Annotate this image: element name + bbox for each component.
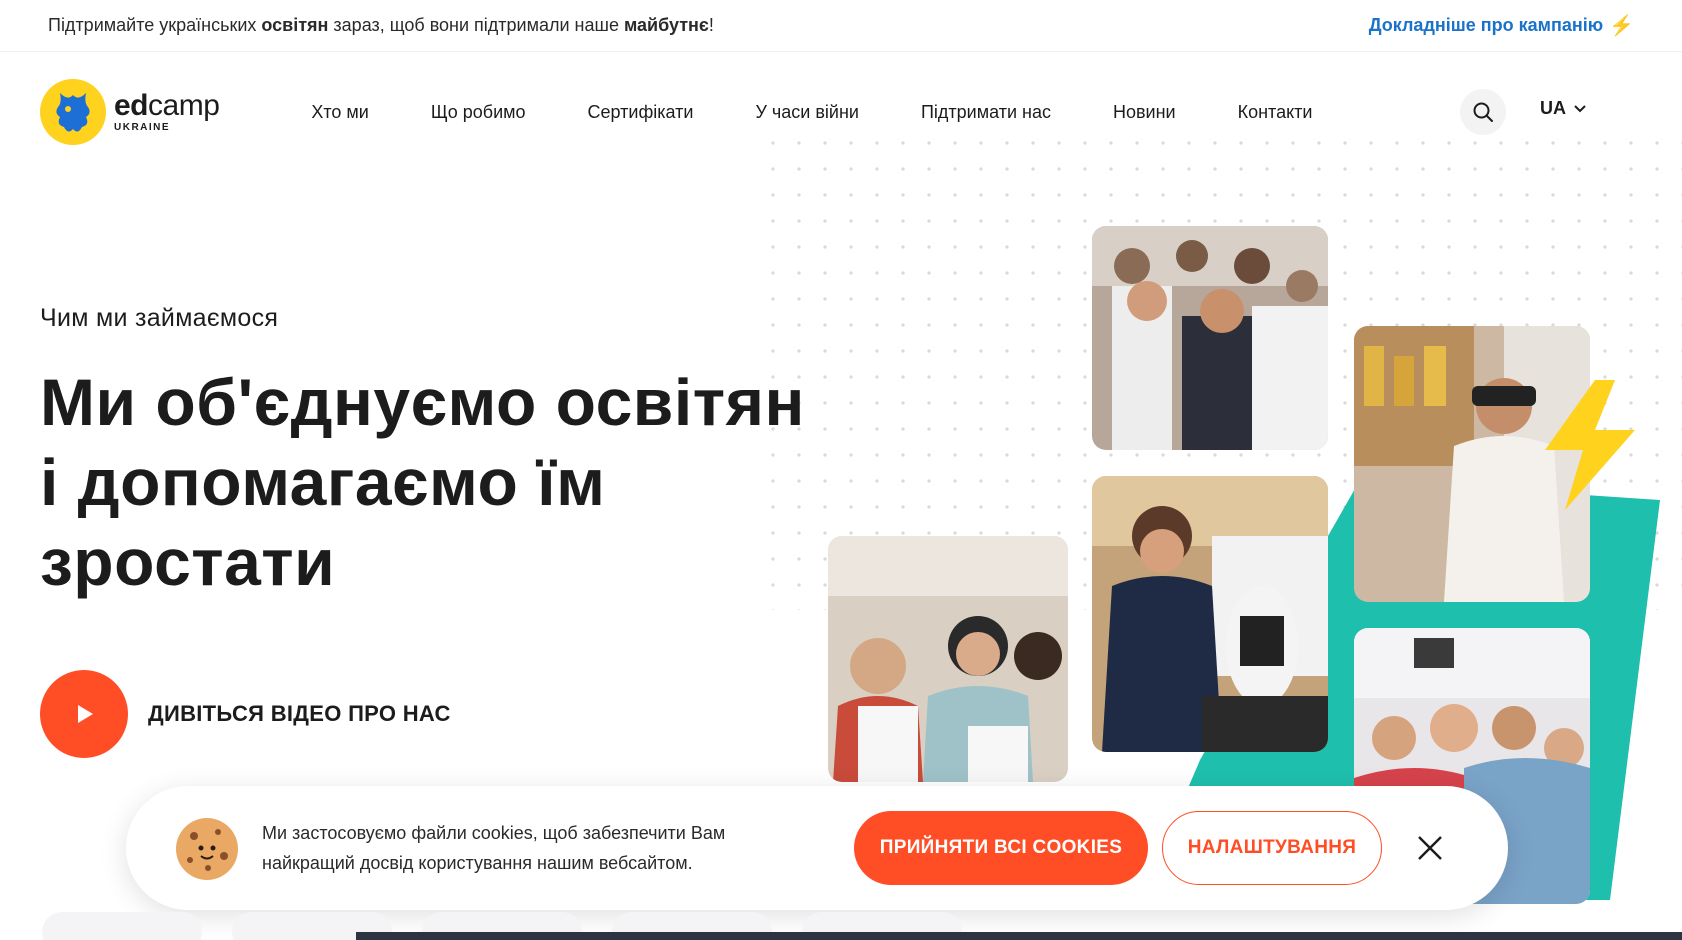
page: Підтримайте українських освітян зараз, щ… — [0, 0, 1682, 940]
nav-item-support[interactable]: Підтримати нас — [921, 102, 1051, 123]
hero-title-line: Ми об'єднуємо освітян — [40, 365, 805, 439]
announcement-text-part: ! — [708, 15, 714, 35]
hero-eyebrow: Чим ми займаємося — [40, 304, 279, 332]
search-button[interactable] — [1460, 89, 1506, 135]
announcement-text-bold: освітян — [261, 15, 329, 35]
site-header: edcamp UKRAINE Хто ми Що робимо Сертифік… — [40, 78, 1640, 146]
lightning-icon: ⚡ — [1609, 15, 1634, 37]
campaign-link-label: Докладніше про кампанію — [1368, 15, 1604, 35]
logo-emblem-icon — [40, 79, 106, 145]
cookie-settings-button[interactable]: НАЛАШТУВАННЯ — [1162, 811, 1382, 885]
search-icon — [1473, 102, 1493, 122]
nav-item-wartime[interactable]: У часи війни — [755, 102, 859, 123]
cookie-icon — [176, 818, 238, 880]
edcamp-logo[interactable]: edcamp UKRAINE — [40, 79, 220, 145]
campaign-link[interactable]: Докладніше про кампанію ⚡ — [1369, 13, 1634, 38]
play-icon — [40, 670, 128, 758]
photo-penguin-mascot — [1092, 476, 1328, 752]
partner-pill[interactable] — [42, 912, 202, 940]
hero-title-line: і допомагаємо їм — [40, 445, 606, 519]
hero-title: Ми об'єднуємо освітян і допомагаємо їм з… — [40, 362, 960, 602]
cookie-message: Ми застосовуємо файли cookies, щоб забез… — [262, 823, 726, 873]
logo-country: UKRAINE — [114, 122, 171, 133]
close-icon[interactable] — [1412, 830, 1448, 866]
logo-wordmark-rest: camp — [148, 89, 220, 122]
main-nav: Хто ми Що робимо Сертифікати У часи війн… — [311, 102, 1374, 123]
language-current: UA — [1540, 98, 1566, 118]
nav-item-what-we-do[interactable]: Що робимо — [431, 102, 526, 123]
announcement-text-part: Підтримайте українських — [48, 15, 262, 35]
nav-item-contacts[interactable]: Контакти — [1238, 102, 1313, 123]
cookie-banner: Ми застосовуємо файли cookies, щоб забез… — [126, 786, 1508, 910]
accept-cookies-button[interactable]: ПРИЙНЯТИ ВСІ COOKIES — [854, 811, 1148, 885]
watch-video-button[interactable]: ДИВІТЬСЯ ВІДЕО ПРО НАС — [40, 670, 451, 758]
watch-video-label: ДИВІТЬСЯ ВІДЕО ПРО НАС — [148, 701, 451, 726]
logo-wordmark-bold: ed — [114, 89, 149, 122]
chevron-down-icon — [1574, 104, 1586, 112]
announcement-bar: Підтримайте українських освітян зараз, щ… — [0, 0, 1682, 52]
nav-item-news[interactable]: Новини — [1113, 102, 1176, 123]
hero-title-line: зростати — [40, 525, 336, 599]
nav-item-about[interactable]: Хто ми — [311, 102, 369, 123]
announcement-text-part: зараз, щоб вони підтримали наше — [328, 15, 624, 35]
lightning-icon — [1545, 380, 1635, 510]
taskbar-strip — [356, 932, 1682, 940]
nav-item-certificates[interactable]: Сертифікати — [588, 102, 694, 123]
announcement-text: Підтримайте українських освітян зараз, щ… — [48, 15, 714, 36]
logo-wordmark: edcamp — [114, 89, 220, 122]
photo-conference-crowd — [1092, 226, 1328, 450]
language-selector[interactable]: UA — [1540, 98, 1588, 119]
announcement-text-bold: майбутнє — [623, 15, 709, 35]
photo-teachers-certificates — [828, 536, 1068, 782]
